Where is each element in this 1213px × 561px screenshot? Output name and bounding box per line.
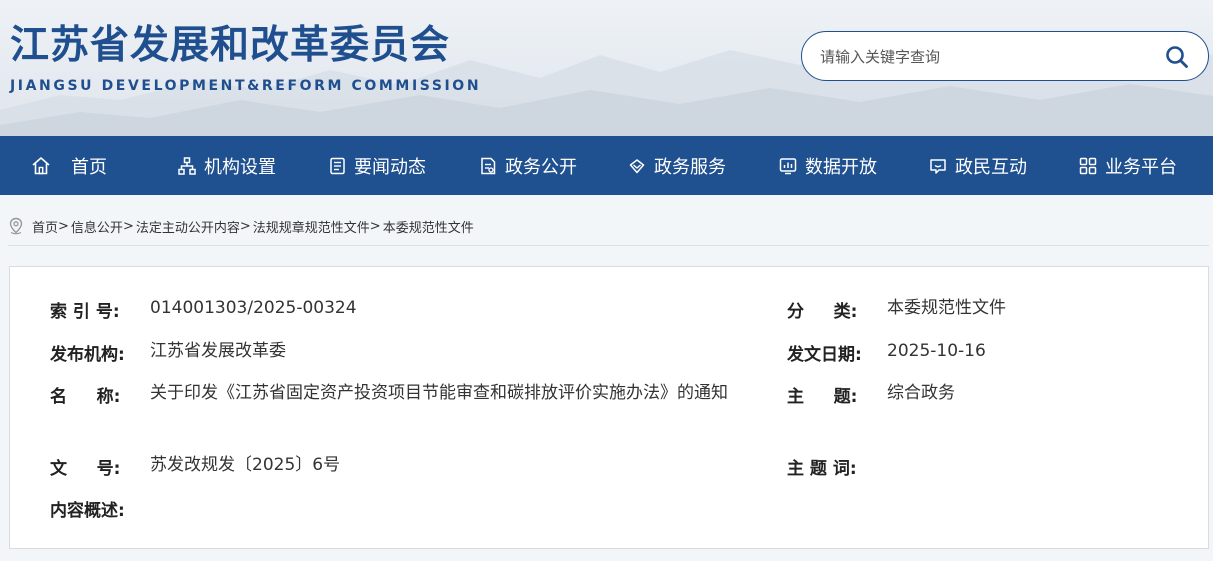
category-value: 本委规范性文件	[887, 298, 1006, 318]
nav-item-gov-open[interactable]: 政务公开	[479, 136, 577, 195]
category-label: 分 类:	[787, 302, 858, 322]
document-info-panel: 索 引 号: 014001303/2025-00324 分 类: 本委规范性文件…	[9, 266, 1209, 549]
breadcrumb-item-regulations[interactable]: 法规规章规范性文件	[253, 217, 370, 236]
breadcrumb-item-info-open[interactable]: 信息公开	[71, 217, 123, 236]
breadcrumb-separator: >	[369, 218, 381, 234]
grid-icon	[1079, 157, 1097, 174]
search-box	[801, 31, 1209, 81]
breadcrumb-item-current[interactable]: 本委规范性文件	[383, 217, 474, 236]
nav-item-data-open[interactable]: 数据开放	[779, 136, 877, 195]
nav-label: 数据开放	[805, 156, 877, 178]
nav-label: 首页	[71, 156, 107, 178]
index-label: 索 引 号:	[50, 302, 120, 322]
home-icon	[32, 156, 50, 174]
docno-value: 苏发改规发〔2025〕6号	[150, 455, 341, 475]
search-input[interactable]	[820, 44, 1150, 70]
search-icon[interactable]	[1164, 44, 1190, 70]
breadcrumb-separator: >	[58, 218, 69, 234]
name-value: 关于印发《江苏省固定资产投资项目节能审查和碳排放评价实施办法》的通知	[150, 383, 728, 403]
chat-icon	[930, 158, 946, 174]
breadcrumb-separator: >	[122, 218, 134, 234]
breadcrumb: 首页 > 信息公开 > 法定主动公开内容 > 法规规章规范性文件 > 本委规范性…	[8, 216, 474, 236]
data-chart-icon	[779, 157, 797, 174]
name-label: 名 称:	[50, 387, 121, 407]
nav-item-gov-service[interactable]: 政务服务	[628, 136, 726, 195]
nav-item-interaction[interactable]: 政民互动	[929, 136, 1027, 195]
publisher-value: 江苏省发展改革委	[150, 341, 286, 361]
date-label: 发文日期:	[787, 345, 862, 365]
news-icon	[330, 157, 345, 174]
breadcrumb-separator: >	[239, 218, 251, 234]
nav-label: 要闻动态	[354, 156, 426, 178]
topic-label: 主 题:	[787, 387, 858, 407]
nav-label: 政民互动	[955, 156, 1027, 178]
index-value: 014001303/2025-00324	[150, 298, 357, 318]
date-value: 2025-10-16	[887, 341, 986, 361]
site-subtitle: JIANGSU DEVELOPMENT&REFORM COMMISSION	[10, 78, 482, 94]
docno-label: 文 号:	[50, 459, 121, 479]
site-header: 江苏省发展和改革委员会 JIANGSU DEVELOPMENT&REFORM C…	[0, 0, 1213, 136]
org-chart-icon	[178, 156, 196, 175]
nav-label: 政务公开	[505, 156, 577, 178]
breadcrumb-item-statutory[interactable]: 法定主动公开内容	[136, 217, 240, 236]
location-pin-icon	[9, 217, 23, 235]
nav-item-org[interactable]: 机构设置	[178, 136, 276, 195]
summary-label: 内容概述:	[50, 501, 125, 521]
nav-label: 政务服务	[654, 156, 726, 178]
main-nav: 首页 机构设置 要闻动态 政务公开 政务服务 数据开放 政民互动 业务平台	[0, 136, 1213, 195]
nav-label: 业务平台	[1105, 156, 1177, 178]
nav-item-news[interactable]: 要闻动态	[328, 136, 426, 195]
nav-item-home[interactable]: 首页	[31, 136, 107, 195]
topic-value: 综合政务	[887, 383, 955, 403]
keywords-label: 主 题 词:	[787, 459, 857, 479]
nav-item-platform[interactable]: 业务平台	[1079, 136, 1177, 195]
breadcrumb-divider	[8, 245, 1209, 246]
publisher-label: 发布机构:	[50, 345, 125, 365]
document-icon	[481, 157, 496, 174]
site-title[interactable]: 江苏省发展和改革委员会	[10, 14, 450, 70]
hands-icon	[629, 158, 645, 173]
breadcrumb-item-home[interactable]: 首页	[32, 217, 58, 236]
nav-label: 机构设置	[204, 156, 276, 178]
